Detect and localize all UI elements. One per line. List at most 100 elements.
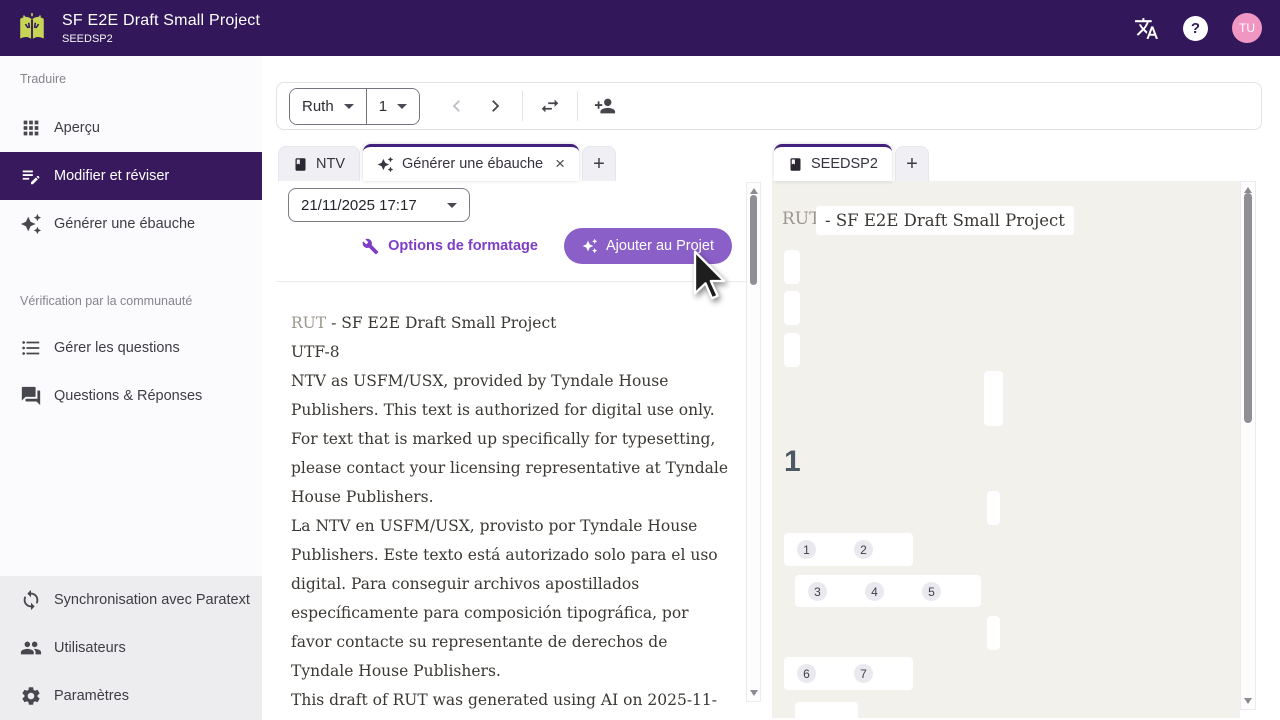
tab-seedsp2[interactable]: SEEDSP2: [774, 144, 892, 181]
sparkles-icon: [377, 156, 394, 172]
sidebar-item-label: Générer une ébauche: [54, 216, 196, 232]
sidebar-item-sync-paratext[interactable]: Synchronisation avec Paratext: [0, 576, 262, 624]
draft-copyright-en: NTV as USFM/USX, provided by Tyndale Hou…: [291, 372, 729, 506]
empty-segment-placeholder[interactable]: [784, 250, 800, 284]
book-icon: [790, 157, 801, 171]
add-to-project-label: Ajouter au Projet: [605, 238, 714, 254]
sidebar-item-label: Modifier et réviser: [54, 168, 170, 184]
book-chapter-group: Ruth 1: [289, 87, 421, 125]
share-add-user-button[interactable]: [586, 86, 624, 126]
next-chapter-button[interactable]: [476, 86, 514, 126]
app-header: SF E2E Draft Small Project SEEDSP2 ? TU: [0, 0, 1280, 56]
sidebar-item-questions-answers[interactable]: Questions & Réponses: [0, 372, 262, 420]
project-scrollbar[interactable]: [1240, 181, 1256, 710]
apps-icon: [23, 120, 39, 136]
swap-source-target-button[interactable]: [531, 86, 569, 126]
project-panel: SEEDSP2 + RUT - SF E2E Draft Small Proje…: [772, 144, 1262, 718]
book-select-value: Ruth: [302, 97, 334, 115]
chapter-toolbar: Ruth 1: [276, 82, 1262, 130]
draft-header-divider: [276, 281, 746, 282]
sidebar: Traduire Aperçu Modifier et réviser Géné…: [0, 56, 262, 720]
project-panel-tabbar: SEEDSP2 +: [772, 144, 1262, 181]
forum-icon: [21, 386, 41, 406]
draft-scrollbar[interactable]: [746, 182, 761, 702]
plus-icon: +: [593, 152, 605, 175]
sidebar-bottom-section: Synchronisation avec Paratext Utilisateu…: [0, 576, 262, 720]
header-titles: SF E2E Draft Small Project SEEDSP2: [62, 12, 260, 45]
project-editor[interactable]: RUT - SF E2E Draft Small Project 1 1 2 3…: [772, 181, 1240, 718]
scrollbar-thumb[interactable]: [750, 195, 757, 285]
format-options-label: Options de formatage: [388, 238, 538, 254]
sidebar-item-settings[interactable]: Paramètres: [0, 672, 262, 720]
book-title-segment[interactable]: - SF E2E Draft Small Project: [816, 206, 1074, 235]
add-to-project-button[interactable]: Ajouter au Projet: [563, 228, 732, 264]
book-code: RUT: [291, 314, 327, 332]
draft-panel-body: 21/11/2025 17:17 Options de formatage Aj…: [276, 181, 746, 709]
toolbar-divider: [522, 91, 524, 121]
scroll-down-icon[interactable]: [750, 690, 758, 696]
sparkles-icon: [20, 213, 42, 235]
verse-number-badge: 7: [854, 664, 873, 683]
sidebar-item-generate-draft[interactable]: Générer une ébauche: [0, 200, 262, 248]
book-select[interactable]: Ruth: [290, 88, 366, 124]
verse-number-badge: 3: [808, 582, 827, 601]
empty-segment-placeholder[interactable]: [987, 616, 1000, 650]
sidebar-section-community: Vérification par la communauté: [20, 294, 193, 308]
verse-row[interactable]: 6 7: [784, 657, 913, 690]
plus-icon: +: [906, 152, 918, 175]
verse-row[interactable]: [795, 702, 858, 718]
translate-icon: [1135, 17, 1158, 39]
empty-segment-placeholder[interactable]: [784, 333, 800, 367]
verse-number-badge: 6: [797, 664, 816, 683]
wrench-icon: [362, 238, 379, 254]
language-button[interactable]: [1134, 16, 1159, 41]
project-shortname: SEEDSP2: [62, 32, 113, 45]
sidebar-item-label: Paramètres: [54, 688, 129, 704]
draft-copyright-es: La NTV en USFM/USX, provisto por Tyndale…: [291, 517, 718, 680]
sidebar-item-edit-review[interactable]: Modifier et réviser: [0, 152, 262, 200]
sidebar-item-overview[interactable]: Aperçu: [0, 104, 262, 152]
close-icon[interactable]: ×: [555, 154, 565, 174]
chapter-number: 1: [784, 445, 801, 478]
scrollbar-thumb[interactable]: [1244, 193, 1252, 423]
scroll-up-icon[interactable]: [750, 188, 758, 194]
format-options-button[interactable]: Options de formatage: [362, 238, 538, 255]
dropdown-arrow-icon: [397, 103, 408, 109]
tab-ntv[interactable]: NTV: [278, 146, 360, 181]
gear-icon: [22, 687, 40, 705]
empty-segment-placeholder[interactable]: [784, 291, 800, 325]
scroll-down-icon[interactable]: [1244, 698, 1252, 704]
verse-number-badge: 4: [865, 582, 884, 601]
sidebar-item-label: Synchronisation avec Paratext: [54, 592, 250, 608]
chevron-left-icon: [452, 100, 460, 112]
draft-panel-tabbar: NTV Générer une ébauche × +: [276, 144, 762, 181]
sidebar-item-users[interactable]: Utilisateurs: [0, 624, 262, 672]
sidebar-item-manage-questions[interactable]: Gérer les questions: [0, 324, 262, 372]
previous-chapter-button[interactable]: [438, 86, 476, 126]
app-logo-icon: [20, 12, 44, 40]
sidebar-item-label: Gérer les questions: [54, 340, 180, 356]
tab-generate-draft[interactable]: Générer une ébauche ×: [363, 144, 580, 181]
empty-segment-placeholder[interactable]: [984, 371, 1003, 426]
verse-row[interactable]: 3 4 5: [795, 575, 981, 607]
empty-segment-placeholder[interactable]: [987, 491, 1000, 525]
help-button[interactable]: ?: [1183, 15, 1208, 41]
person-add-icon: [594, 98, 616, 114]
add-tab-button[interactable]: +: [894, 146, 929, 181]
help-icon: ?: [1190, 19, 1201, 37]
book-title: - SF E2E Draft Small Project: [331, 314, 557, 332]
edit-note-icon: [22, 170, 40, 185]
draft-book-heading: RUT - SF E2E Draft Small Project: [291, 309, 733, 338]
draft-date-select[interactable]: 21/11/2025 17:17: [288, 188, 470, 222]
verse-row[interactable]: 1 2: [784, 533, 913, 566]
chapter-select[interactable]: 1: [365, 88, 420, 124]
avatar[interactable]: TU: [1232, 13, 1262, 43]
book-code: RUT: [782, 209, 821, 229]
tab-label: SEEDSP2: [811, 156, 878, 172]
draft-line-encoding: UTF-8: [291, 343, 340, 361]
draft-panel: NTV Générer une ébauche × + 21/11/2025 1…: [276, 144, 762, 709]
add-tab-button[interactable]: +: [582, 146, 617, 181]
page-title: SF E2E Draft Small Project: [62, 11, 261, 29]
app-screen: SF E2E Draft Small Project SEEDSP2 ? TU …: [0, 0, 1280, 720]
draft-ai-note: This draft of RUT was generated using AI…: [291, 691, 718, 709]
